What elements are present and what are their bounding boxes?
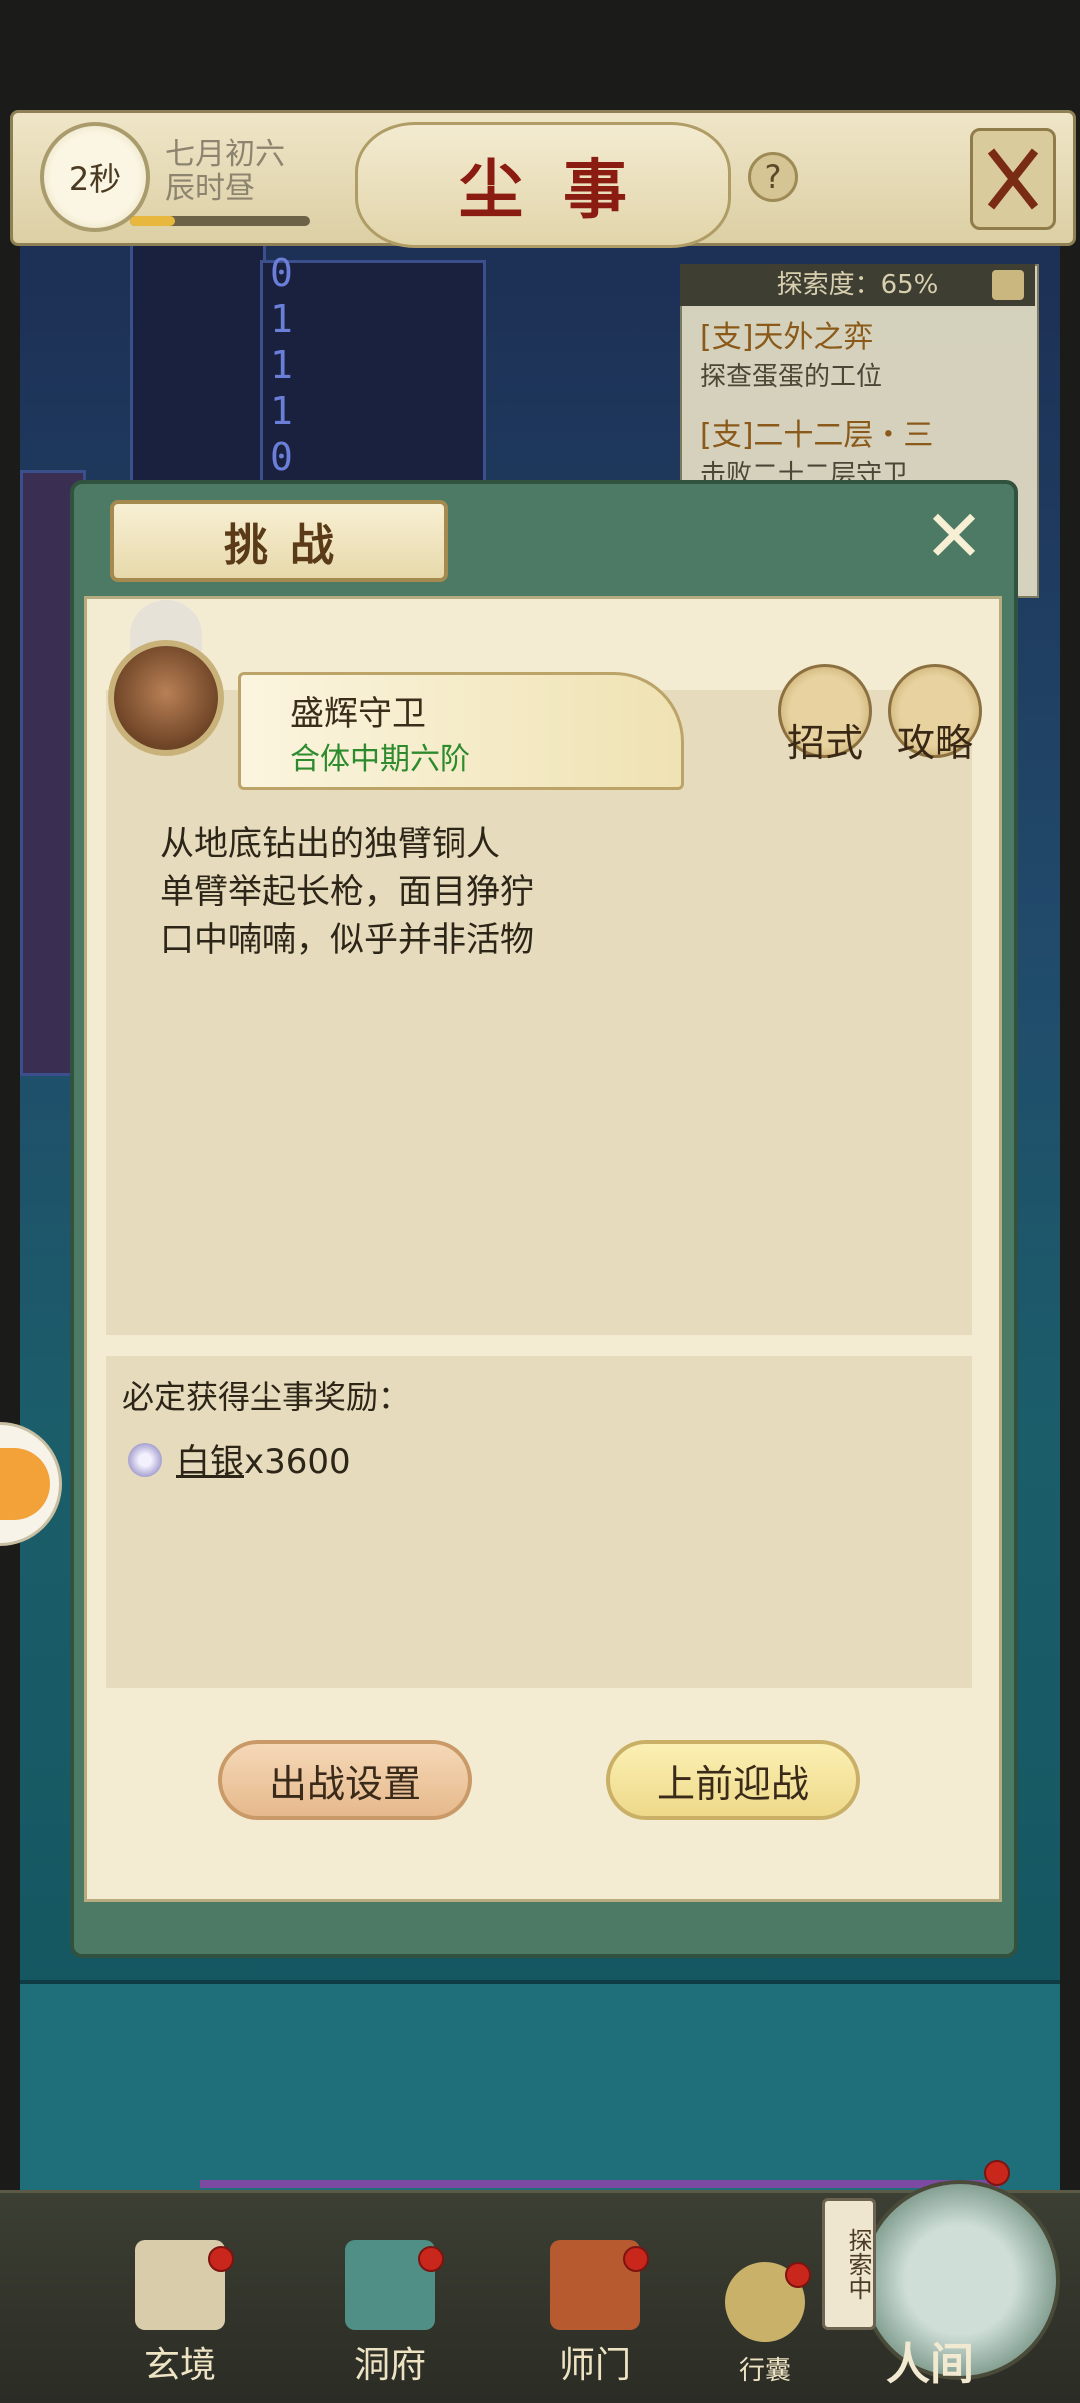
description-line: 从地底钻出的独臂铜人 bbox=[160, 824, 500, 864]
reward-name[interactable]: 白银 bbox=[176, 1442, 244, 1482]
notification-badge bbox=[418, 2246, 444, 2272]
enemy-name: 盛辉守卫 bbox=[290, 694, 426, 734]
binary-digit: 1 bbox=[270, 389, 293, 433]
guide-button[interactable]: 攻略 bbox=[880, 664, 990, 774]
quest-desc: 探查蛋蛋的工位 bbox=[700, 362, 883, 392]
crossed-tools-icon bbox=[987, 148, 1039, 210]
silver-coin-icon bbox=[128, 1443, 162, 1477]
nav-item-xuanjing[interactable]: 玄境 bbox=[120, 2240, 240, 2390]
guide-label: 攻略 bbox=[896, 721, 973, 765]
help-button[interactable]: ? bbox=[748, 152, 798, 202]
neon-strip bbox=[200, 2180, 1000, 2188]
nav-item-dongfu[interactable]: 洞府 bbox=[330, 2240, 450, 2390]
enemy-avatar bbox=[108, 640, 224, 756]
nav-label: 洞府 bbox=[353, 2345, 426, 2386]
exploration-progress: 探索度：65% bbox=[680, 264, 1035, 306]
quest-title: [支]二十二层・三 bbox=[700, 418, 934, 453]
binary-digit: 0 bbox=[270, 251, 293, 295]
nav-label: 玄境 bbox=[143, 2345, 216, 2386]
notification-badge bbox=[623, 2246, 649, 2272]
nav-item-shimen[interactable]: 师门 bbox=[535, 2240, 655, 2390]
battle-settings-button[interactable]: 出战设置 bbox=[218, 1740, 472, 1820]
notification-badge bbox=[984, 2160, 1010, 2186]
tools-button[interactable] bbox=[970, 128, 1056, 230]
reward-item[interactable]: 白银x3600 bbox=[176, 1434, 351, 1483]
quest-title: [支]天外之弈 bbox=[700, 320, 874, 355]
enemy-rank: 合体中期六阶 bbox=[290, 742, 470, 777]
nav-item-xingnang[interactable]: 行囊 bbox=[705, 2262, 825, 2392]
close-button[interactable]: ✕ bbox=[916, 498, 992, 574]
notification-badge bbox=[208, 2246, 234, 2272]
time-progress-fill bbox=[130, 216, 175, 226]
exploring-tag: 探索中 bbox=[822, 2198, 876, 2330]
binary-digit: 1 bbox=[270, 343, 293, 387]
date-line: 七月初六 bbox=[165, 137, 285, 172]
notification-badge bbox=[785, 2262, 811, 2288]
binary-digit: 1 bbox=[270, 297, 293, 341]
collapse-chevron-icon[interactable] bbox=[992, 270, 1024, 300]
dialog-title: 挑战 bbox=[110, 500, 448, 582]
quest-item[interactable]: [支]天外之弈 探查蛋蛋的工位 bbox=[700, 312, 882, 393]
nav-label: 师门 bbox=[558, 2345, 631, 2386]
world-label: 人间 bbox=[886, 2339, 974, 2390]
description-line: 单臂举起长枪，面目狰狞 bbox=[160, 872, 534, 912]
enemy-description: 从地底钻出的独臂铜人 单臂举起长枪，面目狰狞 口中喃喃，似乎并非活物 bbox=[160, 820, 534, 964]
game-date: 七月初六 辰时昼 bbox=[165, 138, 285, 206]
nav-label: 行囊 bbox=[738, 2356, 791, 2386]
binary-digit: 0 bbox=[270, 435, 293, 479]
page-title: 尘事 bbox=[355, 122, 731, 248]
binary-column: 0 1 1 1 0 bbox=[270, 250, 310, 480]
description-line: 口中喃喃，似乎并非活物 bbox=[160, 920, 534, 960]
reward-quantity: x3600 bbox=[244, 1442, 351, 1482]
fight-button[interactable]: 上前迎战 bbox=[606, 1740, 860, 1820]
time-line: 辰时昼 bbox=[165, 171, 255, 206]
skills-button[interactable]: 招式 bbox=[770, 664, 880, 774]
skills-label: 招式 bbox=[786, 721, 863, 765]
quest-item[interactable]: [支]二十二层・三 击败二十二层守卫 bbox=[700, 410, 933, 491]
reward-title: 必定获得尘事奖励： bbox=[122, 1378, 411, 1416]
